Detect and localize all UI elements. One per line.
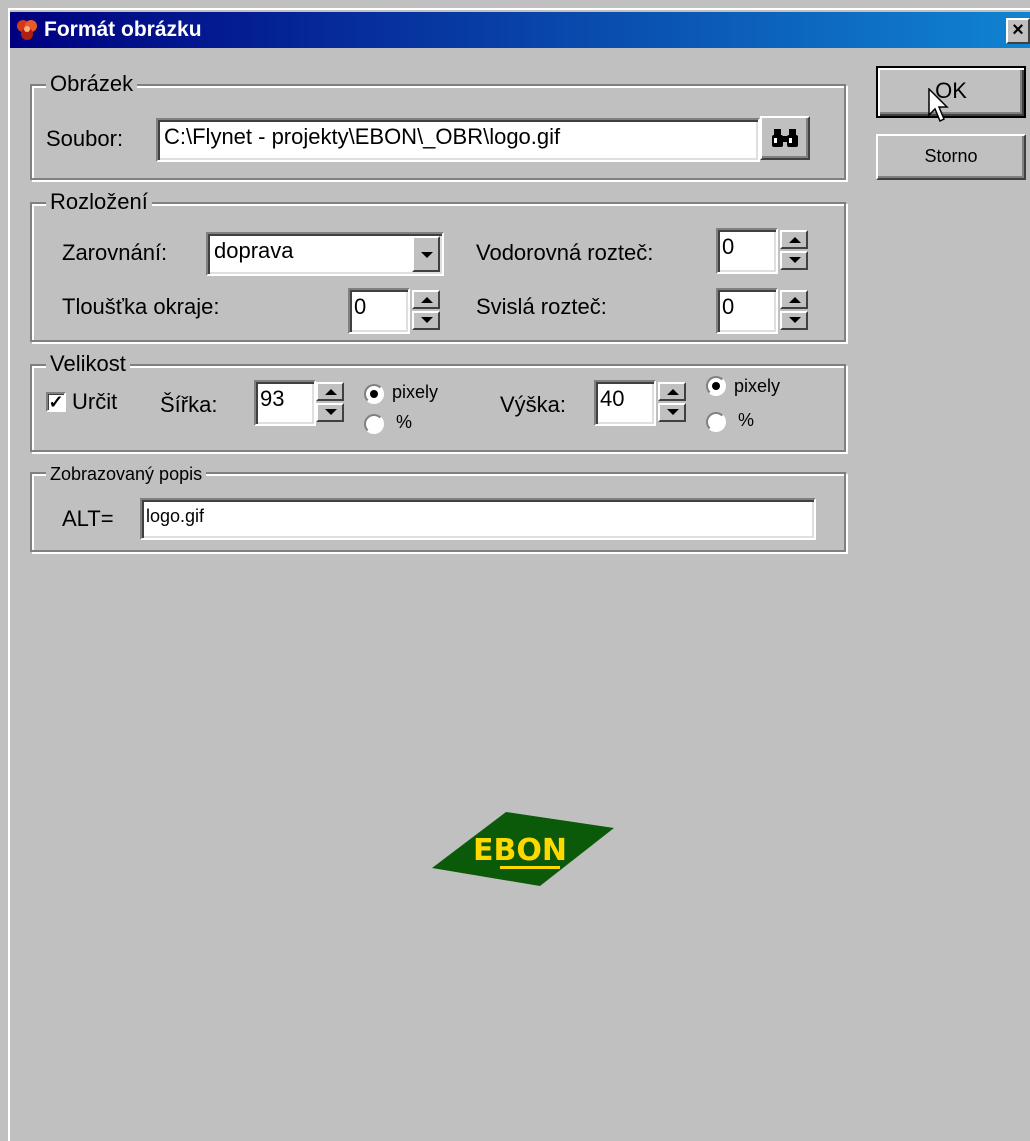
alt-label: ALT= (62, 506, 114, 531)
browse-button[interactable] (760, 116, 810, 160)
arrow-down-icon (667, 409, 679, 415)
spin-down-button[interactable] (780, 251, 808, 270)
arrow-up-icon (789, 297, 801, 303)
arrow-down-icon (789, 317, 801, 323)
close-button[interactable]: × (1006, 18, 1030, 44)
cancel-button[interactable]: Storno (876, 134, 1026, 180)
size-group-title: Velikost (46, 352, 130, 376)
border-label: Tloušťka okraje: (62, 294, 220, 319)
spin-up-button[interactable] (316, 382, 344, 401)
border-spinner[interactable] (412, 290, 440, 330)
vspace-label: Svislá rozteč: (476, 294, 607, 319)
hspace-label: Vodorovná rozteč: (476, 240, 654, 265)
height-input[interactable]: 40 (594, 380, 656, 426)
close-icon: × (1012, 19, 1024, 41)
app-icon (17, 20, 37, 40)
align-dropdown-button[interactable] (412, 236, 440, 272)
arrow-up-icon (325, 389, 337, 395)
chevron-down-icon (421, 252, 433, 258)
cancel-label: Storno (924, 146, 978, 166)
determine-label: Určit (72, 389, 118, 414)
arrow-up-icon (789, 237, 801, 243)
alt-group-title: Zobrazovaný popis (46, 464, 207, 484)
size-group (30, 364, 846, 452)
width-input[interactable]: 93 (254, 380, 316, 426)
layout-group-title: Rozložení (46, 190, 152, 214)
width-unit-percent-label: % (396, 412, 413, 432)
determine-checkbox[interactable]: ✓ (46, 392, 66, 412)
spin-up-button[interactable] (780, 290, 808, 309)
spin-up-button[interactable] (780, 230, 808, 249)
width-spinner[interactable] (316, 382, 344, 422)
vspace-input[interactable]: 0 (716, 288, 778, 334)
hspace-spinner[interactable] (780, 230, 808, 270)
spin-down-button[interactable] (412, 311, 440, 330)
spin-up-button[interactable] (658, 382, 686, 401)
arrow-down-icon (325, 409, 337, 415)
spin-down-button[interactable] (316, 403, 344, 422)
height-unit-percent-label: % (738, 410, 755, 430)
spin-down-button[interactable] (780, 311, 808, 330)
width-unit-pixels-label: pixely (392, 382, 439, 402)
arrow-up-icon (667, 389, 679, 395)
height-spinner[interactable] (658, 382, 686, 422)
svg-text:EBON: EBON (473, 833, 567, 868)
height-unit-pixels-radio[interactable] (706, 376, 726, 396)
window-title: Formát obrázku (44, 18, 202, 41)
height-label: Výška: (500, 392, 567, 417)
height-unit-percent-radio[interactable] (706, 412, 726, 432)
border-input[interactable]: 0 (348, 288, 410, 334)
hspace-input[interactable]: 0 (716, 228, 778, 274)
vspace-spinner[interactable] (780, 290, 808, 330)
spin-up-button[interactable] (412, 290, 440, 309)
align-select-value: doprava (214, 238, 294, 263)
image-group-title: Obrázek (46, 72, 138, 96)
file-path-input[interactable]: C:\Flynet - projekty\EBON\_OBR\logo.gif (156, 118, 760, 162)
width-label: Šířka: (160, 392, 218, 417)
ebon-logo-preview: EBON (432, 812, 614, 886)
width-unit-percent-radio[interactable] (364, 414, 384, 434)
arrow-down-icon (789, 257, 801, 263)
alt-input[interactable]: logo.gif (140, 498, 816, 540)
align-select[interactable]: doprava (206, 232, 444, 276)
arrow-down-icon (421, 317, 433, 323)
height-unit-pixels-label: pixely (734, 376, 781, 396)
arrow-up-icon (421, 297, 433, 303)
width-unit-pixels-radio[interactable] (364, 384, 384, 404)
spin-down-button[interactable] (658, 403, 686, 422)
file-label: Soubor: (46, 126, 124, 151)
title-bar[interactable]: Formát obrázku × (10, 12, 1030, 48)
align-label: Zarovnání: (62, 240, 168, 265)
mouse-cursor-icon (928, 88, 949, 123)
binoculars-icon (772, 129, 798, 147)
